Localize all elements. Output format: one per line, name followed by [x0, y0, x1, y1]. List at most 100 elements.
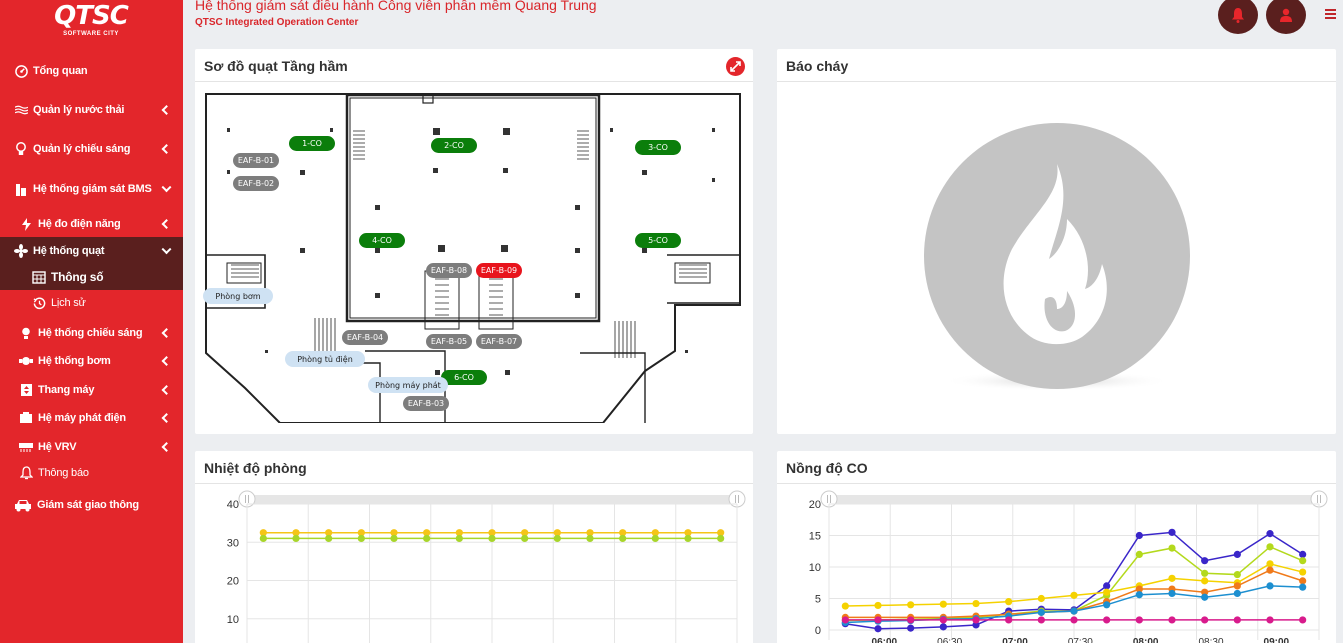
data-point — [1037, 608, 1045, 616]
data-point — [1201, 593, 1209, 601]
y-tick-label: 5 — [815, 594, 821, 606]
panel-title: Nồng độ CO — [786, 460, 868, 476]
qtsc-logo[interactable]: QTSC SOFTWARE CITY — [52, 2, 130, 40]
fan-badge[interactable]: EAF-B-05 — [426, 334, 472, 349]
data-point — [1233, 570, 1241, 579]
data-point — [1103, 588, 1111, 596]
co-sensor-badge[interactable]: 1-CO — [289, 136, 335, 151]
co-sensor-badge[interactable]: 5-CO — [635, 233, 681, 248]
chevron-left-icon — [161, 219, 172, 229]
sidebar-item-lighting-system[interactable]: Hệ thống chiếu sáng — [0, 320, 183, 346]
sidebar-item-generator[interactable]: Hệ máy phát điện — [0, 405, 183, 431]
y-tick-label: 0 — [815, 625, 821, 637]
y-tick-label: 10 — [227, 614, 239, 626]
data-point — [1233, 589, 1241, 598]
data-point — [390, 534, 398, 543]
fire-alarm-panel: Báo cháy — [777, 49, 1336, 434]
range-slider-track — [247, 495, 737, 504]
data-point — [1168, 574, 1176, 582]
data-point — [1168, 616, 1176, 624]
sidebar-item-label: Hệ thống chiếu sáng — [38, 327, 143, 339]
data-point — [1266, 566, 1274, 574]
water-icon — [13, 103, 29, 117]
room-label: Phòng tủ điện — [285, 351, 365, 367]
data-point — [874, 601, 882, 610]
temperature-panel: Nhiệt độ phòng 10 20 30 40 — [195, 451, 753, 643]
sidebar-item-label: Hệ VRV — [38, 441, 77, 453]
sidebar-item-elevator[interactable]: Thang máy — [0, 377, 183, 403]
lightbulb-icon — [18, 326, 34, 340]
data-point — [841, 602, 849, 610]
data-point — [1233, 550, 1241, 558]
data-point — [651, 534, 659, 543]
sidebar-item-overview[interactable]: Tổng quan — [0, 58, 183, 84]
sidebar-item-traffic[interactable]: Giám sát giao thông — [0, 492, 183, 518]
chevron-left-icon — [161, 356, 172, 366]
data-point — [1037, 616, 1045, 624]
data-point — [1266, 616, 1274, 624]
data-point — [455, 534, 463, 543]
sidebar-item-vrv[interactable]: Hệ VRV — [0, 434, 183, 460]
data-point — [717, 534, 725, 543]
sidebar-item-label: Thông số — [51, 270, 104, 284]
fan-badge[interactable]: EAF-B-01 — [233, 153, 279, 168]
sidebar-item-pump-system[interactable]: Hệ thống bơm — [0, 348, 183, 374]
fan-alarm-badge[interactable]: EAF-B-09 — [476, 263, 522, 278]
user-icon — [1280, 8, 1292, 22]
co-sensor-badge[interactable]: 4-CO — [359, 233, 405, 248]
room-label: Phòng bơm — [203, 288, 273, 304]
sidebar-item-label: Lịch sử — [51, 297, 86, 309]
data-point — [325, 534, 333, 543]
bolt-icon — [18, 217, 34, 231]
data-point — [1135, 531, 1143, 540]
sidebar-item-notifications[interactable]: Thông báo — [0, 460, 183, 486]
sidebar-item-bms[interactable]: Hệ thống giám sát BMS — [0, 176, 183, 202]
sidebar-item-label: Giám sát giao thông — [37, 499, 139, 511]
x-tick-label: 06:30 — [937, 637, 962, 643]
fan-badge[interactable]: EAF-B-03 — [403, 396, 449, 411]
sidebar-item-lighting-management[interactable]: Quản lý chiếu sáng — [0, 136, 183, 162]
data-point — [1037, 594, 1045, 603]
ac-icon — [18, 440, 34, 454]
expand-button[interactable] — [726, 57, 745, 76]
data-point — [1266, 560, 1274, 568]
data-point — [1266, 582, 1274, 590]
data-point — [553, 534, 561, 543]
x-tick-label: 09:00 — [1264, 637, 1290, 643]
co-sensor-badge[interactable]: 2-CO — [431, 138, 477, 153]
data-point — [1103, 601, 1111, 609]
sidebar-item-wastewater[interactable]: Quản lý nước thải — [0, 97, 183, 123]
y-tick-label: 10 — [809, 562, 821, 574]
fan-badge[interactable]: EAF-B-08 — [426, 263, 472, 278]
y-tick-label: 40 — [227, 499, 239, 511]
data-point — [1201, 557, 1209, 565]
data-point — [972, 599, 980, 608]
data-point — [1299, 568, 1307, 576]
data-point — [1233, 616, 1241, 624]
data-point — [1168, 589, 1176, 598]
co-sensor-badge[interactable]: 3-CO — [635, 140, 681, 155]
sidebar-item-history[interactable]: Lịch sử — [0, 290, 183, 316]
chevron-left-icon — [161, 442, 172, 452]
x-tick-label: 07:30 — [1068, 637, 1093, 643]
notification-button[interactable] — [1218, 0, 1258, 34]
page-subtitle: QTSC Integrated Operation Center — [195, 17, 359, 28]
user-button[interactable] — [1266, 0, 1306, 34]
fan-badge[interactable]: EAF-B-04 — [342, 330, 388, 345]
sidebar-item-fan-system[interactable]: Hệ thống quạt — [0, 237, 183, 264]
fan-badge[interactable]: EAF-B-02 — [233, 176, 279, 191]
logo-mark: QTSC — [54, 1, 129, 31]
room-label: Phòng máy phát — [368, 377, 448, 393]
sidebar-item-label: Quản lý nước thải — [33, 104, 125, 116]
sidebar-item-parameters[interactable]: Thông số — [0, 264, 183, 290]
bell-icon — [1232, 8, 1244, 23]
fan-badge[interactable]: EAF-B-07 — [476, 334, 522, 349]
data-point — [874, 625, 882, 633]
data-point — [1168, 528, 1176, 536]
y-tick-label: 20 — [227, 576, 239, 588]
data-point — [1070, 616, 1078, 624]
sidebar-item-energy-meter[interactable]: Hệ đo điện năng — [0, 211, 183, 237]
hamburger-menu-icon[interactable] — [1325, 9, 1336, 19]
data-point — [619, 534, 627, 543]
data-point — [1201, 569, 1209, 577]
